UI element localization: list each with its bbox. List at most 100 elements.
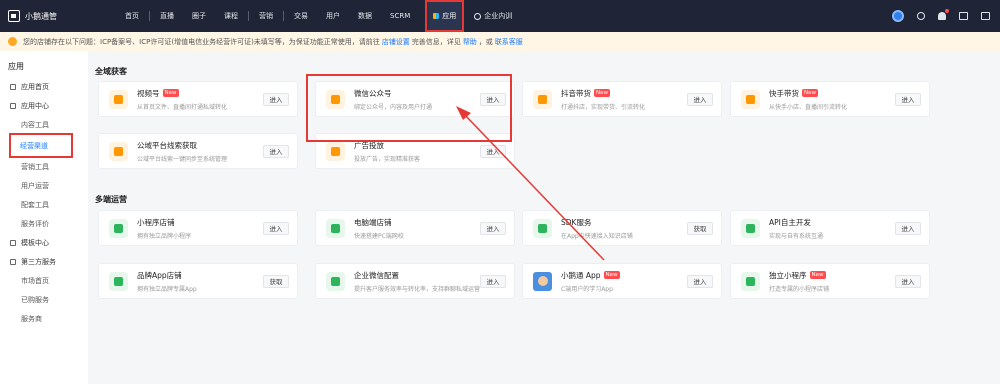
card-name-text: SDK服务 (561, 217, 592, 227)
icon-glyph (537, 276, 548, 286)
app-card[interactable]: 品牌App店铺 拥有独立品牌专属App 获取 (98, 263, 298, 299)
logo[interactable]: 小鹅通管 (8, 10, 96, 22)
app-card[interactable]: 独立小程序 New 打造专属的小程序店铺 进入 (730, 263, 930, 299)
nav-item-8[interactable]: SCRM (381, 0, 419, 32)
sidebar-subitem-12[interactable]: 服务商 (0, 309, 88, 328)
nav-item-org[interactable]: 企业内训 (474, 11, 512, 21)
sidebar-item-0[interactable]: 应用首页 (0, 77, 88, 96)
nav-item-3[interactable]: 课程 (215, 0, 247, 32)
sidebar-item-label: 模板中心 (21, 238, 49, 247)
card-description: 实现与自有系统互通 (769, 232, 824, 240)
card-enter-button[interactable]: 进入 (895, 92, 921, 106)
ad-icon (326, 141, 345, 161)
card-enter-button[interactable]: 获取 (263, 274, 289, 288)
icon-glyph (746, 94, 755, 104)
app-card[interactable]: 小鹅通 App New C端用户的学习App 进入 (522, 263, 722, 299)
video-icon (109, 89, 128, 109)
card-description: 打通抖店，实现带货、引流转化 (561, 103, 646, 111)
icon-glyph (114, 94, 123, 104)
card-description: 公域平台线索一键同步至系统管理 (137, 155, 228, 163)
icon-glyph (331, 146, 340, 156)
card-description: C端用户的学习App (561, 285, 613, 293)
bell-icon[interactable] (938, 9, 949, 20)
store-icon[interactable] (959, 12, 968, 20)
app-card[interactable]: 电脑端店铺 快速搭建PC端网校 进入 (315, 210, 515, 246)
card-enter-button[interactable]: 进入 (687, 92, 713, 106)
wecom-icon (326, 271, 345, 291)
new-badge: New (809, 271, 826, 279)
icon-glyph (538, 223, 547, 233)
notice-link-settings[interactable]: 店铺设置 (382, 37, 410, 47)
card-name-text: 企业微信配置 (354, 270, 399, 280)
nav-item-1[interactable]: 直播 (151, 0, 183, 32)
new-badge: New (603, 271, 620, 279)
card-text: 公域平台线索获取公域平台线索一键同步至系统管理 (137, 140, 263, 163)
card-name-text: 抖音带货 (561, 88, 591, 98)
main-content: 全域获客 视频号 New 从首页文件、直播间打通私域转化 进入 微信公众号 绑定公众号，内容… (88, 51, 1000, 384)
sidebar-subitem-3[interactable]: 经营渠道 (9, 133, 73, 158)
card-name-text: 视频号 (137, 88, 160, 98)
card-enter-button[interactable]: 进入 (895, 274, 921, 288)
nav-item-apps-label: 应用 (442, 12, 457, 20)
card-enter-button[interactable]: 获取 (687, 221, 713, 235)
app-card[interactable]: 快手带货 New 从快手小店、直播间引流转化 进入 (730, 81, 930, 117)
nav-item-apps[interactable]: 应用 (425, 0, 465, 32)
card-name-text: API自主开发 (769, 217, 811, 227)
card-enter-button[interactable]: 进入 (480, 144, 506, 158)
nav-item-5[interactable]: 交易 (285, 0, 317, 32)
sidebar-subitem-5[interactable]: 用户运营 (0, 176, 88, 195)
card-text: 视频号 New 从首页文件、直播间打通私域转化 (137, 88, 263, 111)
app-card[interactable]: SDK服务 在App中快速接入知识店铺 获取 (522, 210, 722, 246)
sidebar-item-8[interactable]: 模板中心 (0, 233, 88, 252)
card-enter-button[interactable]: 进入 (480, 274, 506, 288)
nav-item-6[interactable]: 用户 (317, 0, 349, 32)
card-enter-button[interactable]: 进入 (263, 221, 289, 235)
nav-separator (283, 11, 284, 21)
grid-menu-icon[interactable] (981, 12, 990, 20)
card-enter-button[interactable]: 进入 (263, 92, 289, 106)
card-enter-button[interactable]: 进入 (480, 221, 506, 235)
nav-item-4[interactable]: 营销 (250, 0, 282, 32)
app-card[interactable]: 企业微信配置 提升客户服务效率与转化率，支持群聊私域运营等 进入 (315, 263, 515, 299)
card-name: 快手带货 New (769, 88, 895, 99)
sidebar-item-9[interactable]: 第三方服务 (0, 252, 88, 271)
sidebar-subitem-7[interactable]: 服务评价 (0, 214, 88, 233)
card-enter-button[interactable]: 进入 (263, 144, 289, 158)
card-text: 企业微信配置 提升客户服务效率与转化率，支持群聊私域运营等 (354, 270, 480, 293)
sidebar-subitem-2[interactable]: 内容工具 (0, 115, 88, 134)
card-description: 在App中快速接入知识店铺 (561, 232, 633, 240)
search-icon[interactable] (917, 12, 925, 20)
sdk-download-icon (533, 218, 552, 238)
card-enter-button[interactable]: 进入 (895, 221, 921, 235)
pc-store-icon (326, 218, 345, 238)
card-name-text: 公域平台线索获取 (137, 140, 197, 150)
sidebar-item-1[interactable]: 应用中心 (0, 96, 88, 115)
card-name: 小程序店铺 (137, 217, 263, 228)
apps-grid-icon (433, 13, 440, 19)
nav-separator (149, 11, 150, 21)
sidebar-subitem-11[interactable]: 已购服务 (0, 290, 88, 309)
card-text: SDK服务在App中快速接入知识店铺 (561, 217, 687, 240)
notice-link-help[interactable]: 帮助 (463, 37, 477, 47)
app-card[interactable]: API自主开发实现与自有系统互通 进入 (730, 210, 930, 246)
nav-item-7[interactable]: 数据 (349, 0, 381, 32)
icon-glyph (746, 223, 755, 233)
user-avatar-icon[interactable] (892, 10, 904, 22)
sidebar-title: 应用 (8, 62, 24, 71)
nav-item-0[interactable]: 首页 (116, 0, 148, 32)
nav-item-2[interactable]: 圈子 (183, 0, 215, 32)
douyin-cart-icon (533, 89, 552, 109)
card-name: 企业微信配置 (354, 270, 480, 281)
app-card[interactable]: 抖音带货 New 打通抖店，实现带货、引流转化 进入 (522, 81, 722, 117)
notice-link-support[interactable]: 联系客服 (495, 37, 523, 47)
sidebar-subitem-6[interactable]: 配套工具 (0, 195, 88, 214)
app-card[interactable]: 视频号 New 从首页文件、直播间打通私域转化 进入 (98, 81, 298, 117)
sidebar-subitem-10[interactable]: 市场首页 (0, 271, 88, 290)
card-text: 快手带货 New 从快手小店、直播间引流转化 (769, 88, 895, 111)
kuaishou-cart-icon (741, 89, 760, 109)
app-card[interactable]: 小程序店铺 拥有独立品牌小程序 进入 (98, 210, 298, 246)
logo-text: 小鹅通管 (25, 11, 57, 21)
card-enter-button[interactable]: 进入 (687, 274, 713, 288)
app-card[interactable]: 公域平台线索获取 公域平台线索一键同步至系统管理 进入 (98, 133, 298, 169)
sidebar-subitem-4[interactable]: 营销工具 (0, 157, 88, 176)
